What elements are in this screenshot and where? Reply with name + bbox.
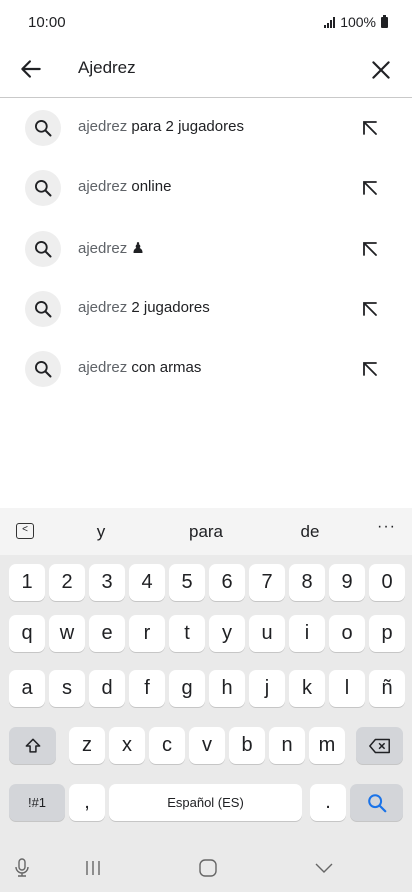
fill-query-arrow-icon[interactable] xyxy=(358,176,382,200)
key-v[interactable]: v xyxy=(189,727,225,764)
navigation-bar xyxy=(0,846,412,892)
suggestion-item[interactable]: ajedrez con armas xyxy=(0,339,412,399)
search-icon xyxy=(25,291,61,327)
suggestion-item[interactable]: ajedrez ♟ xyxy=(0,219,412,279)
key-3[interactable]: 3 xyxy=(89,564,125,601)
status-bar: 10:00 100% xyxy=(0,0,412,44)
period-key[interactable]: . xyxy=(310,784,346,821)
backspace-key[interactable] xyxy=(356,727,403,764)
suggestion-typed: ajedrez xyxy=(78,178,128,195)
key-t[interactable]: t xyxy=(169,615,205,652)
prediction-word[interactable]: para xyxy=(189,522,223,542)
suggestion-typed: ajedrez xyxy=(78,240,128,257)
suggestion-completion: 2 jugadores xyxy=(127,299,210,316)
key-l[interactable]: l xyxy=(329,670,365,707)
suggestion-completion: para 2 jugadores xyxy=(127,118,244,135)
comma-key[interactable]: , xyxy=(69,784,105,821)
prediction-bar: < y para de ··· xyxy=(0,508,412,555)
search-icon xyxy=(367,793,386,812)
key-b[interactable]: b xyxy=(229,727,265,764)
suggestion-text: ajedrez 2 jugadores xyxy=(78,299,210,316)
key-c[interactable]: c xyxy=(149,727,185,764)
search-icon xyxy=(25,170,61,206)
search-bar: Ajedrez xyxy=(0,44,412,98)
key-o[interactable]: o xyxy=(329,615,365,652)
key-5[interactable]: 5 xyxy=(169,564,205,601)
home-icon[interactable] xyxy=(196,858,220,878)
suggestion-typed: ajedrez xyxy=(78,118,128,135)
key-m[interactable]: m xyxy=(309,727,345,764)
microphone-icon[interactable] xyxy=(10,858,34,878)
search-icon xyxy=(25,351,61,387)
suggestion-text: ajedrez para 2 jugadores xyxy=(78,118,244,135)
suggestion-typed: ajedrez xyxy=(78,359,128,376)
key-q[interactable]: q xyxy=(9,615,45,652)
battery-level: 100% xyxy=(340,14,376,30)
key-0[interactable]: 0 xyxy=(369,564,405,601)
key-y[interactable]: y xyxy=(209,615,245,652)
fill-query-arrow-icon[interactable] xyxy=(358,357,382,381)
recent-apps-icon[interactable] xyxy=(81,858,105,878)
fill-query-arrow-icon[interactable] xyxy=(358,116,382,140)
key-k[interactable]: k xyxy=(289,670,325,707)
fill-query-arrow-icon[interactable] xyxy=(358,297,382,321)
key-6[interactable]: 6 xyxy=(209,564,245,601)
shift-icon xyxy=(25,738,40,753)
key-7[interactable]: 7 xyxy=(249,564,285,601)
battery-icon xyxy=(381,14,388,28)
back-arrow-icon[interactable] xyxy=(18,56,44,82)
suggestion-typed: ajedrez xyxy=(78,299,128,316)
key-w[interactable]: w xyxy=(49,615,85,652)
key-n[interactable]: n xyxy=(269,727,305,764)
search-icon xyxy=(25,231,61,267)
suggestion-completion: online xyxy=(127,178,172,195)
key-f[interactable]: f xyxy=(129,670,165,707)
prediction-word[interactable]: y xyxy=(97,522,106,542)
key-8[interactable]: 8 xyxy=(289,564,325,601)
key-i[interactable]: i xyxy=(289,615,325,652)
key-4[interactable]: 4 xyxy=(129,564,165,601)
prediction-word[interactable]: de xyxy=(301,522,320,542)
key-e[interactable]: e xyxy=(89,615,125,652)
clear-icon[interactable] xyxy=(368,57,394,83)
key-z[interactable]: z xyxy=(69,727,105,764)
suggestion-completion: ♟ xyxy=(127,240,145,257)
collapse-keyboard-icon[interactable]: < xyxy=(16,523,34,539)
suggestion-item[interactable]: ajedrez 2 jugadores xyxy=(0,279,412,339)
suggestion-text: ajedrez online xyxy=(78,178,171,195)
key-r[interactable]: r xyxy=(129,615,165,652)
keyboard: < y para de ··· 1234567890qwertyuiopasdf… xyxy=(0,508,412,892)
key-j[interactable]: j xyxy=(249,670,285,707)
suggestion-completion: con armas xyxy=(127,359,202,376)
search-icon xyxy=(25,110,61,146)
key-h[interactable]: h xyxy=(209,670,245,707)
key-d[interactable]: d xyxy=(89,670,125,707)
key-u[interactable]: u xyxy=(249,615,285,652)
key-2[interactable]: 2 xyxy=(49,564,85,601)
suggestion-text: ajedrez ♟ xyxy=(78,239,145,257)
signal-icon xyxy=(324,16,336,28)
search-input[interactable]: Ajedrez xyxy=(78,58,136,78)
key-p[interactable]: p xyxy=(369,615,405,652)
key-g[interactable]: g xyxy=(169,670,205,707)
symbols-key[interactable]: !#1 xyxy=(9,784,65,821)
key-s[interactable]: s xyxy=(49,670,85,707)
suggestion-item[interactable]: ajedrez para 2 jugadores xyxy=(0,98,412,158)
status-icons: 100% xyxy=(324,14,388,30)
key-x[interactable]: x xyxy=(109,727,145,764)
hide-keyboard-icon[interactable] xyxy=(312,858,336,878)
more-options-icon[interactable]: ··· xyxy=(377,518,396,536)
key-ñ[interactable]: ñ xyxy=(369,670,405,707)
suggestion-item[interactable]: ajedrez online xyxy=(0,158,412,218)
suggestion-text: ajedrez con armas xyxy=(78,359,201,376)
search-key[interactable] xyxy=(350,784,403,821)
shift-key[interactable] xyxy=(9,727,56,764)
key-a[interactable]: a xyxy=(9,670,45,707)
status-time: 10:00 xyxy=(28,14,66,31)
fill-query-arrow-icon[interactable] xyxy=(358,237,382,261)
backspace-icon xyxy=(368,738,390,753)
key-1[interactable]: 1 xyxy=(9,564,45,601)
space-key[interactable]: Español (ES) xyxy=(109,784,302,821)
key-9[interactable]: 9 xyxy=(329,564,365,601)
